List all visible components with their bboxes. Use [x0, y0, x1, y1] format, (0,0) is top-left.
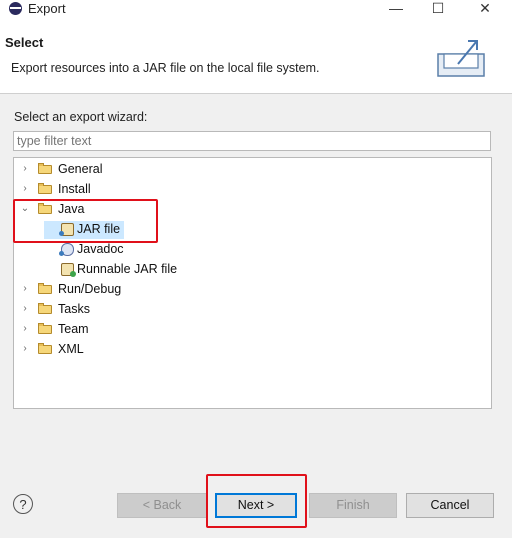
chevron-right-icon[interactable]: ›	[20, 319, 30, 339]
tree-item-label: Run/Debug	[58, 282, 122, 296]
filter-input[interactable]	[13, 131, 491, 151]
chevron-right-icon[interactable]: ›	[20, 339, 30, 359]
page-description: Export resources into a JAR file on the …	[11, 61, 320, 75]
folder-icon	[38, 303, 52, 314]
tree-item-label: Tasks	[58, 302, 90, 316]
chevron-right-icon[interactable]: ›	[20, 299, 30, 319]
cancel-button[interactable]: Cancel	[406, 493, 494, 518]
chevron-right-icon[interactable]: ›	[20, 279, 30, 299]
chevron-right-icon[interactable]: ›	[20, 159, 30, 179]
tree-item-label: Runnable JAR file	[77, 262, 178, 276]
close-button[interactable]: ✕	[465, 0, 505, 18]
finish-button[interactable]: Finish	[309, 493, 397, 518]
folder-icon	[38, 183, 52, 194]
annotation-box-java	[13, 199, 158, 243]
window-title: Export	[28, 1, 66, 16]
javadoc-icon	[59, 243, 74, 256]
folder-icon	[38, 283, 52, 294]
folder-icon	[38, 343, 52, 354]
folder-icon	[38, 323, 52, 334]
minimize-button[interactable]: —	[376, 0, 416, 18]
back-button[interactable]: < Back	[117, 493, 207, 518]
tree-item-label: General	[58, 162, 103, 176]
tree-item-label: Team	[58, 322, 89, 336]
export-icon	[437, 40, 485, 77]
annotation-box-next	[206, 474, 307, 528]
page-title: Select	[5, 35, 44, 50]
runnable-jar-icon	[61, 263, 76, 277]
tree-item-label: XML	[58, 342, 84, 356]
tree-item-label: Install	[58, 182, 91, 196]
eclipse-app-icon	[9, 2, 22, 15]
chevron-right-icon[interactable]: ›	[20, 179, 30, 199]
maximize-button[interactable]: ☐	[418, 0, 458, 18]
bottom-edge	[0, 533, 512, 538]
help-button[interactable]: ?	[13, 494, 33, 514]
export-wizard-label: Select an export wizard:	[14, 110, 148, 124]
folder-icon	[38, 163, 52, 174]
